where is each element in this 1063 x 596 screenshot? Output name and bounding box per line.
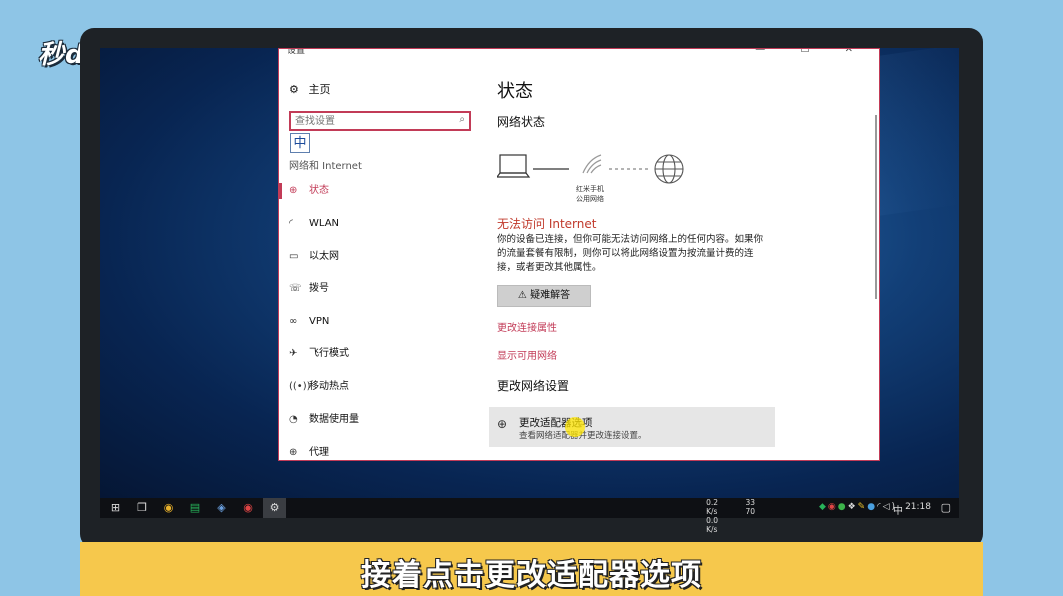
active-indicator xyxy=(279,183,282,199)
change-connection-properties-link[interactable]: 更改连接属性 xyxy=(497,319,557,334)
caption-text: 接着点击更改适配器选项 xyxy=(361,558,702,593)
ime-indicator: 中 xyxy=(290,133,310,153)
status-icon: ⊕ xyxy=(289,185,298,196)
chrome-icon[interactable]: ◉ xyxy=(157,498,180,518)
home-label: 主页 xyxy=(308,83,331,96)
sidebar-item-wlan[interactable]: ◜ WLAN xyxy=(289,216,339,232)
scrollbar[interactable] xyxy=(875,115,877,299)
virtualbox-icon[interactable]: ◈ xyxy=(210,498,233,518)
sidebar-item-dialup[interactable]: ☏ 拨号 xyxy=(289,281,329,297)
proxy-icon: ⊕ xyxy=(289,447,298,458)
sidebar-item-label: 拨号 xyxy=(309,283,329,294)
taskbar: ⊞ ❐ ◉ ▤ ◈ ◉ ⚙ 0.2 K/s 0.0 K/s 33 70 ◆◉●❖… xyxy=(100,498,959,534)
hotspot-icon: ((•)) xyxy=(289,381,311,392)
error-description: 你的设备已连接，但你可能无法访问网络上的任何内容。如果你的流量套餐有限制，则你可… xyxy=(497,234,764,273)
notification-icon[interactable]: ▢ xyxy=(941,501,951,514)
sidebar-item-vpn[interactable]: ∞ VPN xyxy=(289,314,329,330)
section-label: 网络和 Internet xyxy=(289,161,362,172)
network-status-heading: 网络状态 xyxy=(497,115,546,129)
spreadsheet-app-icon[interactable]: ▤ xyxy=(184,498,207,518)
sidebar-item-label: 以太网 xyxy=(309,251,339,262)
taskbar-apps: ⊞ ❐ ◉ ▤ ◈ ◉ ⚙ xyxy=(104,498,286,518)
sidebar-item-label: 飞行模式 xyxy=(309,348,349,359)
troubleshoot-label: 疑难解答 xyxy=(530,290,571,301)
show-available-networks-link[interactable]: 显示可用网络 xyxy=(497,347,557,362)
airplane-icon: ✈ xyxy=(289,348,298,359)
dialup-icon: ☏ xyxy=(289,283,302,294)
page-title: 状态 xyxy=(497,81,533,102)
clock[interactable]: 21:18 xyxy=(905,502,931,512)
temp-bottom: 70 xyxy=(745,507,755,516)
task-view-icon[interactable]: ❐ xyxy=(131,498,154,518)
wechat-icon[interactable]: ● xyxy=(838,502,848,512)
network-type: 公用网络 xyxy=(576,194,604,203)
laptop-icon xyxy=(497,154,531,178)
search-icon[interactable]: ⌕ xyxy=(459,114,465,125)
network-adapter-icon: ⊕ xyxy=(497,417,508,431)
sidebar-item-status[interactable]: ⊕ 状态 xyxy=(289,183,329,199)
sidebar-item-airplane[interactable]: ✈ 飞行模式 xyxy=(289,346,349,362)
upload-speed: 0.2 K/s xyxy=(706,498,718,516)
search-input[interactable] xyxy=(291,113,449,129)
error-title: 无法访问 Internet xyxy=(497,217,597,231)
temp-top: 33 xyxy=(745,498,755,507)
network-name: 红米手机 xyxy=(576,184,604,193)
sidebar-item-label: 状态 xyxy=(309,185,329,196)
settings-window: 设置 — ☐ ✕ ⚙ 主页 ⌕ 中 网络和 Internet ⊕状态 ◜WLAN… xyxy=(278,48,880,461)
caption-bar: 接着点击更改适配器选项 xyxy=(80,542,983,596)
settings-sidebar: ⚙ 主页 ⌕ 中 网络和 Internet ⊕ 状态 ◜ WLAN ▭ 以太网 ☏ 拨号… xyxy=(279,49,479,460)
tray-pen-icon[interactable]: ✎ xyxy=(858,502,868,512)
home-link[interactable]: ⚙ 主页 xyxy=(289,81,331,97)
temperature-readout: 33 70 xyxy=(745,498,755,516)
tray-app-icon[interactable]: ◆ xyxy=(819,502,828,512)
globe-icon xyxy=(654,154,684,184)
data-usage-icon: ◔ xyxy=(289,414,298,425)
gear-icon: ⚙ xyxy=(289,83,299,96)
windows-start-icon[interactable]: ⊞ xyxy=(104,498,127,518)
sidebar-item-proxy[interactable]: ⊕ 代理 xyxy=(289,445,329,460)
download-speed: 0.0 K/s xyxy=(706,516,718,534)
recorder-icon[interactable]: ◉ xyxy=(237,498,260,518)
network-speed: 0.2 K/s 0.0 K/s xyxy=(706,498,718,534)
troubleshoot-button[interactable]: ⚠ 疑难解答 xyxy=(497,285,591,307)
wlan-icon: ◜ xyxy=(289,218,293,229)
input-language[interactable]: 中 xyxy=(893,502,903,517)
tray-shield-icon[interactable]: ❖ xyxy=(848,502,858,512)
cursor-highlight xyxy=(565,417,585,437)
sidebar-item-label: 代理 xyxy=(309,447,329,458)
settings-taskbar-icon[interactable]: ⚙ xyxy=(263,498,286,518)
vpn-icon: ∞ xyxy=(289,316,298,327)
sidebar-item-label: 数据使用量 xyxy=(309,414,359,425)
tray-record-icon[interactable]: ◉ xyxy=(828,502,838,512)
sidebar-item-label: WLAN xyxy=(309,218,340,229)
sidebar-item-label: VPN xyxy=(309,316,330,327)
change-network-settings-heading: 更改网络设置 xyxy=(497,379,570,393)
wifi-icon xyxy=(582,154,602,174)
sidebar-item-ethernet[interactable]: ▭ 以太网 xyxy=(289,249,339,265)
warning-icon: ⚠ xyxy=(517,290,527,301)
tray-icons[interactable]: ◆◉●❖✎●◜◁) xyxy=(819,502,897,512)
ethernet-icon: ▭ xyxy=(289,251,299,262)
sidebar-item-label: 移动热点 xyxy=(309,381,349,392)
sidebar-item-hotspot[interactable]: ((•))移动热点 xyxy=(289,379,349,395)
tray-blue-icon[interactable]: ● xyxy=(867,502,877,512)
change-adapter-options-button[interactable]: ⊕ 更改适配器选项 查看网络适配器并更改连接设置。 xyxy=(489,407,775,447)
search-box[interactable]: ⌕ xyxy=(289,111,471,131)
sidebar-item-data-usage[interactable]: ◔ 数据使用量 xyxy=(289,412,359,428)
main-content: 状态 网络状态 红米手机 公用网络 无法访问 Internet 你的设备已连接，… xyxy=(489,49,877,460)
network-diagram: 红米手机 公用网络 xyxy=(497,154,684,203)
